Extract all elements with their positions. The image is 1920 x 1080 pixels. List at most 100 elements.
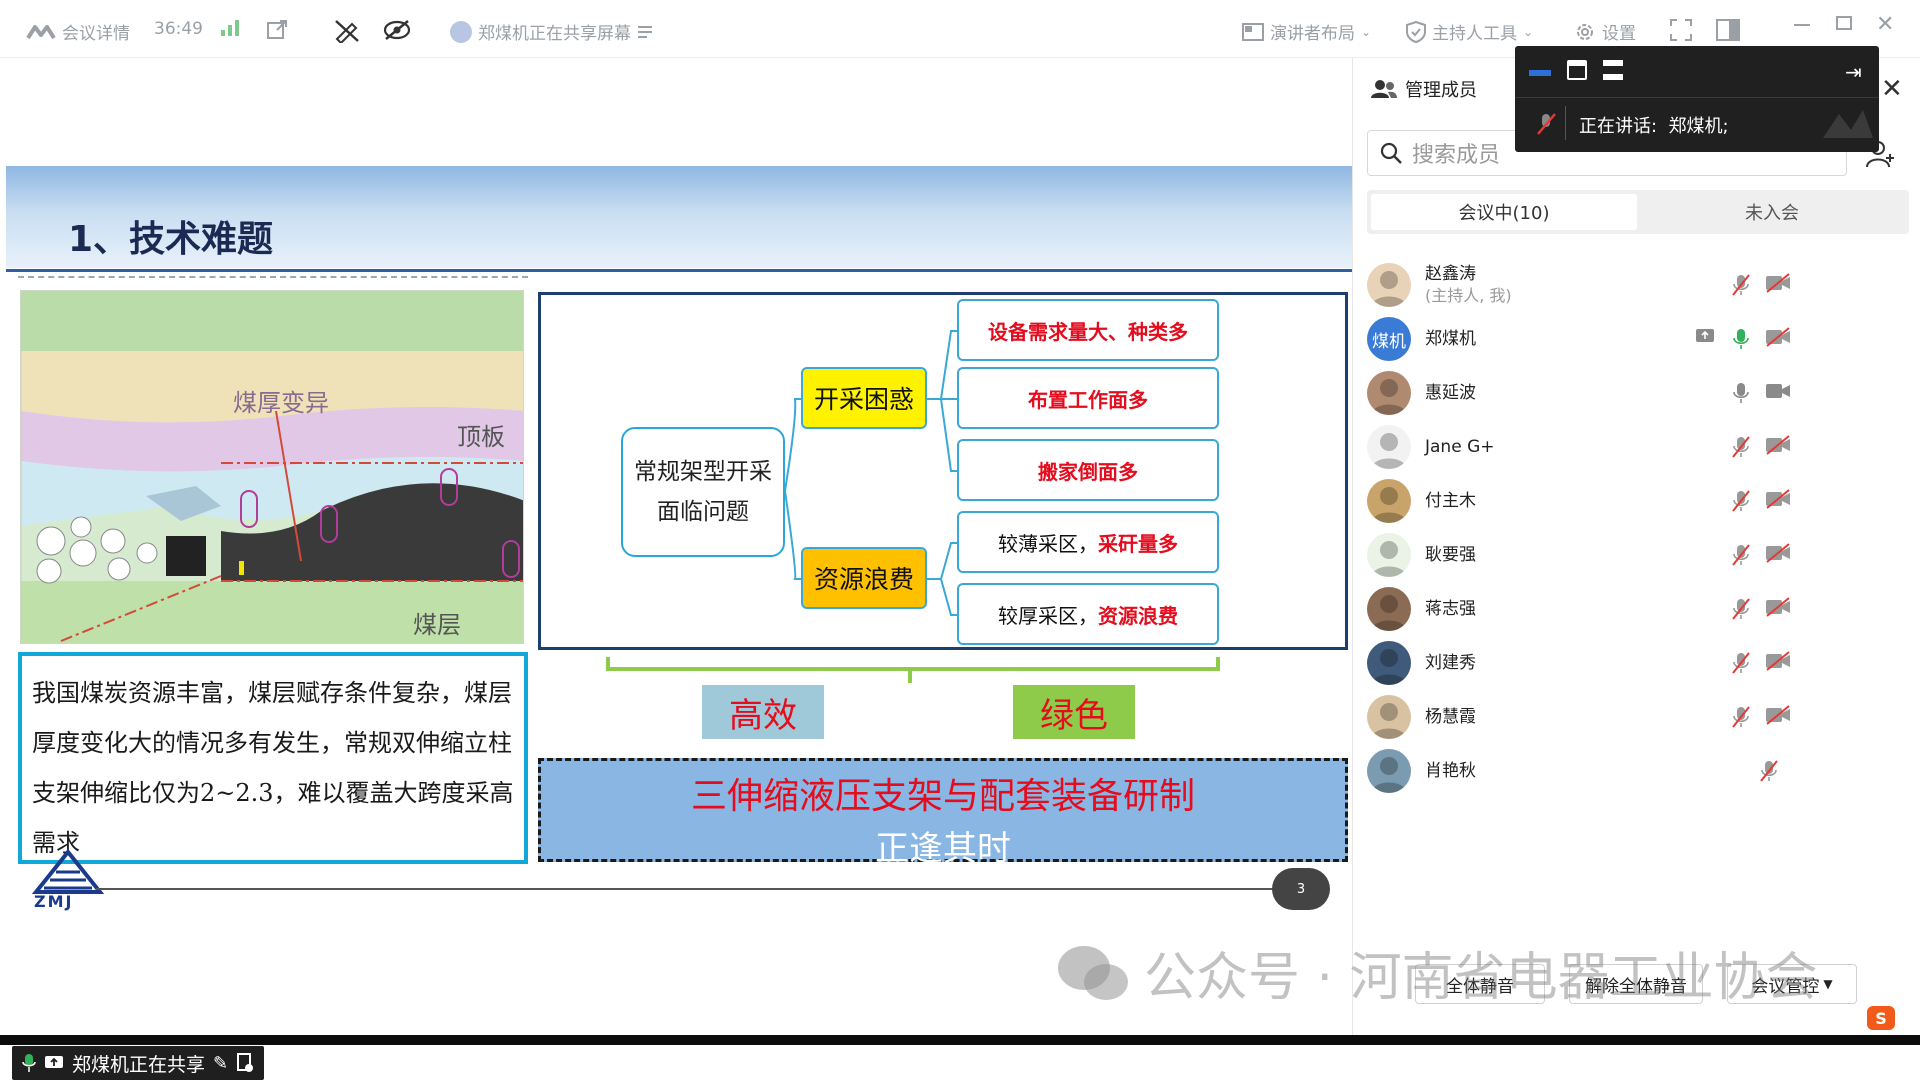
members-icon xyxy=(1371,80,1397,98)
mindmap-leaf-equipment-demand: 设备需求量大、种类多 xyxy=(957,299,1219,361)
speaking-label: 正在讲话: xyxy=(1579,116,1658,137)
overlay-decoration-icon xyxy=(1823,110,1873,138)
side-panel-toggle-icon[interactable] xyxy=(1716,19,1740,41)
collapse-overlay-icon[interactable]: ⇥ xyxy=(1845,60,1862,84)
member-row[interactable]: 付主木 xyxy=(1367,474,1907,528)
tag-efficient: 高效 xyxy=(702,685,824,739)
camera-off-icon[interactable] xyxy=(1765,489,1791,513)
annotation-off-icon[interactable] xyxy=(334,19,360,43)
document-icon[interactable] xyxy=(236,1053,254,1073)
fullscreen-icon[interactable] xyxy=(1670,19,1692,41)
leaf-prefix: 较薄采区， xyxy=(998,531,1098,556)
avatar xyxy=(1367,263,1411,307)
mic-muted-icon[interactable] xyxy=(1731,543,1751,571)
member-row[interactable]: 肖艳秋 xyxy=(1367,744,1907,798)
mic-muted-icon[interactable] xyxy=(1731,651,1751,679)
member-name: 耿要强 xyxy=(1425,545,1476,565)
camera-off-icon[interactable] xyxy=(1765,327,1791,351)
menu-lines-icon xyxy=(638,25,652,38)
settings-label: 设置 xyxy=(1602,24,1636,44)
meeting-info-button[interactable]: 会议详情 xyxy=(26,19,130,44)
member-row[interactable]: 赵鑫涛 (主持人, 我) xyxy=(1367,258,1907,312)
member-name: 赵鑫涛 xyxy=(1425,264,1476,284)
member-row[interactable]: 煤机 郑煤机 xyxy=(1367,312,1907,366)
mindmap-leaf-thick-area: 较厚采区， 资源浪费 xyxy=(957,583,1219,645)
member-row[interactable]: 耿要强 xyxy=(1367,528,1907,582)
mic-muted-icon[interactable] xyxy=(1731,273,1751,301)
member-name-block: 惠延波 xyxy=(1425,382,1476,404)
leaf-highlight: 采矸量多 xyxy=(1098,531,1178,556)
avatar xyxy=(1367,371,1411,415)
member-name-block: 刘建秀 xyxy=(1425,652,1476,674)
hide-self-view-icon[interactable] xyxy=(382,19,412,41)
presentation-slide: 1、技术难题 煤厚变异 顶板 煤层 我国煤炭资源丰富，煤层赋存条件复杂，煤层厚度… xyxy=(6,58,1352,918)
member-name: Jane G+ xyxy=(1425,437,1495,457)
list-mode-icon[interactable] xyxy=(1603,60,1623,80)
popout-icon[interactable] xyxy=(266,19,288,41)
leaf-highlight: 资源浪费 xyxy=(1098,603,1178,628)
member-name: 付主木 xyxy=(1425,491,1476,511)
chevron-down-icon: ⌄ xyxy=(1361,24,1372,39)
member-row[interactable]: 杨慧霞 xyxy=(1367,690,1907,744)
mic-muted-icon[interactable] xyxy=(1731,435,1751,463)
sharing-notice[interactable]: 郑煤机正在共享屏幕 xyxy=(450,19,653,44)
minimize-icon[interactable] xyxy=(1794,14,1810,26)
minimize-overlay-icon[interactable] xyxy=(1529,70,1551,76)
label-seam: 煤层 xyxy=(413,611,461,639)
sharing-status-pill[interactable]: 郑煤机正在共享 ✎ xyxy=(12,1046,265,1080)
camera-off-icon[interactable] xyxy=(1765,705,1791,729)
presenter-layout-dropdown[interactable]: 演讲者布局 ⌄ xyxy=(1242,19,1371,44)
overlay-toolbar: ⇥ xyxy=(1515,46,1879,98)
edit-icon[interactable]: ✎ xyxy=(213,1053,228,1074)
member-name: 郑煤机 xyxy=(1425,329,1476,349)
tab-not-joined[interactable]: 未入会 xyxy=(1639,194,1905,230)
mindmap-leaf-thin-area: 较薄采区， 采矸量多 xyxy=(957,511,1219,573)
tencent-meeting-logo-icon xyxy=(26,24,56,39)
camera-off-icon[interactable] xyxy=(1765,273,1791,297)
sogou-ime-icon[interactable]: S xyxy=(1867,1006,1895,1030)
screen-share-icon xyxy=(45,1056,63,1068)
member-name-block: 郑煤机 xyxy=(1425,328,1476,350)
mindmap-root-node: 常规架型开采面临问题 xyxy=(621,427,785,557)
sharer-avatar-icon xyxy=(450,20,472,43)
close-window-icon[interactable]: ✕ xyxy=(1876,12,1894,37)
member-row[interactable]: Jane G+ xyxy=(1367,420,1907,474)
camera-off-icon[interactable] xyxy=(1765,651,1791,675)
member-row[interactable]: 蒋志强 xyxy=(1367,582,1907,636)
camera-off-icon[interactable] xyxy=(1765,435,1791,459)
shared-screen-stage: 1、技术难题 煤厚变异 顶板 煤层 我国煤炭资源丰富，煤层赋存条件复杂，煤层厚度… xyxy=(0,58,1352,1080)
member-name: 杨慧霞 xyxy=(1425,707,1476,727)
active-speaker-overlay[interactable]: ⇥ 正在讲话: 郑煤机; xyxy=(1515,46,1879,152)
watermark-text: 公众号 · 河南省电器工业协会 xyxy=(1144,948,1818,1008)
member-name: 蒋志强 xyxy=(1425,599,1476,619)
leaf-text: 设备需求量大、种类多 xyxy=(988,319,1188,344)
shield-icon xyxy=(1406,20,1426,43)
settings-button[interactable]: 设置 xyxy=(1574,19,1636,44)
mic-icon[interactable] xyxy=(1731,381,1751,409)
mic-muted-icon[interactable] xyxy=(1759,759,1779,787)
camera-off-icon[interactable] xyxy=(1765,543,1791,567)
member-row[interactable]: 刘建秀 xyxy=(1367,636,1907,690)
mic-muted-icon[interactable] xyxy=(1731,489,1751,517)
camera-off-icon[interactable] xyxy=(1765,597,1791,621)
mic-muted-icon[interactable] xyxy=(1731,705,1751,733)
tab-in-meeting[interactable]: 会议中(10) xyxy=(1371,194,1637,230)
wechat-icon xyxy=(1058,945,1128,1000)
signal-icon[interactable] xyxy=(220,19,242,37)
label-coal-thickness: 煤厚变异 xyxy=(233,389,329,417)
mic-on-icon[interactable] xyxy=(1731,327,1751,355)
member-role: (主持人, 我) xyxy=(1425,286,1512,305)
description-textbox: 我国煤炭资源丰富，煤层赋存条件复杂，煤层厚度变化大的情况多有发生，常规双伸缩立柱… xyxy=(18,652,528,864)
layout-icon xyxy=(1242,22,1264,41)
maximize-icon[interactable] xyxy=(1836,16,1852,30)
member-row[interactable]: 惠延波 xyxy=(1367,366,1907,420)
slide-title: 1、技术难题 xyxy=(68,219,274,260)
host-tools-dropdown[interactable]: 主持人工具 ⌄ xyxy=(1406,19,1533,44)
taskbar-edge xyxy=(0,1035,1920,1045)
window-mode-icon[interactable] xyxy=(1567,60,1587,80)
avatar xyxy=(1367,749,1411,793)
member-name-block: 赵鑫涛 (主持人, 我) xyxy=(1425,263,1512,307)
mic-muted-icon[interactable] xyxy=(1731,597,1751,625)
camera-on-icon[interactable] xyxy=(1765,381,1791,405)
close-panel-icon[interactable]: ✕ xyxy=(1881,74,1903,104)
